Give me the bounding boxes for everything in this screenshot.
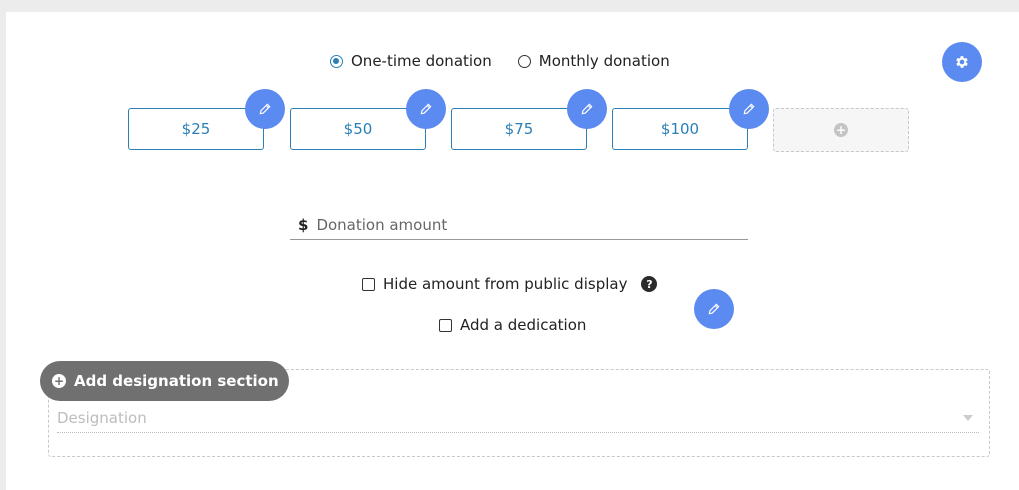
plus-icon: + <box>834 123 848 137</box>
one-time-donation-option[interactable]: One-time donation <box>330 52 492 70</box>
edit-amount-50-button[interactable] <box>406 89 446 129</box>
donation-amount-field: $ <box>290 210 748 240</box>
pencil-icon <box>581 103 593 115</box>
hide-amount-checkbox[interactable] <box>362 277 375 291</box>
hide-amount-label: Hide amount from public display <box>383 275 628 293</box>
gear-icon <box>956 56 968 68</box>
amount-button-75[interactable]: $75 <box>451 108 587 150</box>
pencil-icon <box>259 103 271 115</box>
one-time-radio[interactable] <box>330 54 343 68</box>
dedication-label: Add a dedication <box>460 316 587 334</box>
edit-amount-75-button[interactable] <box>567 89 607 129</box>
settings-button[interactable] <box>942 42 982 82</box>
amount-button-25[interactable]: $25 <box>128 108 264 150</box>
add-amount-button[interactable]: + <box>773 108 909 152</box>
donation-type-group: One-time donation Monthly donation <box>330 52 670 70</box>
monthly-label: Monthly donation <box>538 52 670 70</box>
pencil-icon <box>708 303 720 315</box>
help-icon[interactable]: ? <box>641 276 658 292</box>
dedication-row: Add a dedication <box>439 316 586 334</box>
designation-placeholder: Designation <box>57 409 147 427</box>
edit-amount-25-button[interactable] <box>245 89 285 129</box>
amount-button-100[interactable]: $100 <box>612 108 748 150</box>
plus-icon: + <box>52 374 66 388</box>
monthly-donation-option[interactable]: Monthly donation <box>517 52 670 70</box>
donation-amount-input[interactable] <box>314 214 719 235</box>
dedication-checkbox[interactable] <box>439 318 452 332</box>
designation-select[interactable]: Designation <box>57 404 979 433</box>
pencil-icon <box>420 103 432 115</box>
add-designation-label: Add designation section <box>74 372 279 390</box>
edit-options-button[interactable] <box>694 289 734 329</box>
one-time-label: One-time donation <box>351 52 492 70</box>
monthly-radio[interactable] <box>517 54 531 68</box>
amount-button-50[interactable]: $50 <box>290 108 426 150</box>
edit-amount-100-button[interactable] <box>729 89 769 129</box>
add-designation-button[interactable]: + Add designation section <box>40 361 289 401</box>
currency-symbol: $ <box>298 215 309 234</box>
pencil-icon <box>743 103 755 115</box>
chevron-down-icon <box>963 415 973 421</box>
hide-amount-row: Hide amount from public display ? <box>362 275 658 293</box>
